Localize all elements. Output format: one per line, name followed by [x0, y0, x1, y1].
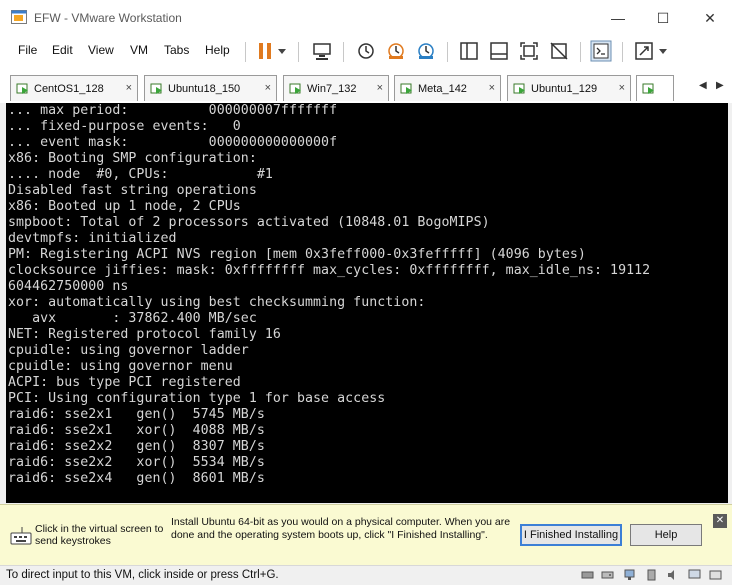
full-screen-icon[interactable]	[518, 40, 540, 62]
console-line: NET: Registered protocol family 16	[8, 327, 281, 342]
usb-icon[interactable]	[645, 569, 658, 581]
vm-running-icon	[16, 83, 28, 94]
tab-centos1-128[interactable]: CentOS1_128 ×	[10, 75, 138, 101]
hint-close-icon[interactable]: ✕	[713, 514, 727, 528]
vm-running-icon	[642, 83, 654, 94]
tab-label: CentOS1_128	[34, 83, 104, 95]
console-line: PM: Registering ACPI NVS region [mem 0x3…	[8, 247, 586, 262]
send-ctrl-alt-del-icon[interactable]	[311, 40, 333, 62]
keyboard-mouse-icon	[10, 527, 32, 545]
hard-disk-icon[interactable]	[581, 569, 594, 581]
maximize-button[interactable]: ☐	[648, 6, 678, 30]
tab-label: Ubuntu1_129	[531, 83, 598, 95]
window-title: EFW - VMware Workstation	[34, 11, 182, 25]
vm-running-icon	[513, 83, 525, 94]
console-line: Disabled fast string operations	[8, 183, 257, 198]
vmware-logo-icon	[11, 10, 27, 24]
console-line: ... fixed-purpose events: 0	[8, 119, 241, 134]
stretch-dropdown-icon[interactable]	[656, 40, 670, 62]
help-button[interactable]: Help	[630, 524, 702, 546]
vm-tab-bar: CentOS1_128 × Ubuntu18_150 × Win7_132 × …	[0, 66, 732, 103]
console-line: PCI: Using configuration type 1 for base…	[8, 391, 386, 406]
status-bar: To direct input to this VM, click inside…	[0, 565, 732, 585]
console-line: ... event mask: 000000000000000f	[8, 135, 338, 150]
console-line: x86: Booting SMP configuration:	[8, 151, 257, 166]
tab-win7-132[interactable]: Win7_132 ×	[283, 75, 389, 101]
tab-ubuntu18-150[interactable]: Ubuntu18_150 ×	[144, 75, 277, 101]
hint-install-message: Install Ubuntu 64-bit as you would on a …	[171, 516, 511, 541]
install-hint-bar: Click in the virtual screen to send keys…	[0, 504, 732, 566]
console-line: devtmpfs: initialized	[8, 231, 177, 246]
i-finished-installing-button[interactable]: I Finished Installing	[520, 524, 622, 546]
console-line: xor: automatically using best checksummi…	[8, 295, 426, 310]
sound-icon[interactable]	[666, 569, 679, 581]
close-window-button[interactable]: ✕	[695, 6, 725, 30]
toolbar-separator	[245, 42, 246, 62]
unity-icon[interactable]	[548, 40, 570, 62]
tab-label: Ubuntu18_150	[168, 83, 241, 95]
console-line: raid6: sse2x1 gen() 5745 MB/s	[8, 407, 265, 422]
console-line: cpuidle: using governor ladder	[8, 343, 249, 358]
toolbar-separator	[298, 42, 299, 62]
console-line: ... max period: 000000007fffffff	[8, 103, 338, 118]
toolbar-separator	[343, 42, 344, 62]
console-line: ACPI: bus type PCI registered	[8, 375, 241, 390]
console-line: raid6: sse2x1 xor() 4088 MB/s	[8, 423, 265, 438]
console-line: raid6: sse2x2 xor() 5534 MB/s	[8, 455, 265, 470]
console-line: raid6: sse2x2 gen() 8307 MB/s	[8, 439, 265, 454]
console-view-icon[interactable]	[590, 40, 612, 62]
toolbar-separator	[622, 42, 623, 62]
menu-help[interactable]: Help	[205, 43, 230, 57]
revert-snapshot-icon[interactable]	[385, 40, 407, 62]
tab-close-icon[interactable]: ×	[265, 82, 271, 94]
console-output: ... max period: 000000007fffffff... fixe…	[8, 103, 650, 487]
thumbnail-view-icon[interactable]	[488, 40, 510, 62]
minimize-button[interactable]: —	[603, 6, 633, 30]
hint-click-text: Click in the virtual screen to send keys…	[35, 523, 164, 547]
vm-running-icon	[289, 83, 301, 94]
status-message: To direct input to this VM, click inside…	[6, 569, 279, 581]
tab-close-icon[interactable]: ×	[126, 82, 132, 94]
show-library-icon[interactable]	[458, 40, 480, 62]
console-line: smpboot: Total of 2 processors activated…	[8, 215, 490, 230]
message-icon[interactable]	[709, 569, 722, 581]
title-bar: EFW - VMware Workstation — ☐ ✕	[0, 0, 732, 36]
menu-view[interactable]: View	[88, 43, 114, 57]
tab-ubuntu1-129[interactable]: Ubuntu1_129 ×	[507, 75, 631, 101]
tab-label: Win7_132	[307, 83, 357, 95]
cd-drive-icon[interactable]	[601, 569, 614, 581]
console-line: x86: Booted up 1 node, 2 CPUs	[8, 199, 241, 214]
tab-scroll-left-icon[interactable]: ◀	[699, 80, 707, 91]
console-line: 604462750000 ns	[8, 279, 129, 294]
console-line: cpuidle: using governor menu	[8, 359, 233, 374]
snapshot-manager-icon[interactable]	[415, 40, 437, 62]
toolbar-separator	[580, 42, 581, 62]
stretch-guest-icon[interactable]	[633, 40, 655, 62]
tab-label: Meta_142	[418, 83, 467, 95]
console-line: raid6: sse2x4 gen() 8601 MB/s	[8, 471, 265, 486]
menu-tabs[interactable]: Tabs	[164, 43, 189, 57]
menu-edit[interactable]: Edit	[52, 43, 73, 57]
vm-running-icon	[400, 83, 412, 94]
console-line: clocksource jiffies: mask: 0xffffffff ma…	[8, 263, 651, 278]
network-icon[interactable]	[623, 569, 636, 581]
tab-close-icon[interactable]: ×	[489, 82, 495, 94]
display-icon[interactable]	[688, 569, 701, 581]
tab-meta-142[interactable]: Meta_142 ×	[394, 75, 501, 101]
vm-console-screen[interactable]: ... max period: 000000007fffffff... fixe…	[6, 103, 728, 503]
tab-close-icon[interactable]: ×	[377, 82, 383, 94]
console-line: .... node #0, CPUs: #1	[8, 167, 273, 182]
toolbar-separator	[447, 42, 448, 62]
vm-running-icon	[150, 83, 162, 94]
tab-scroll-right-icon[interactable]: ▶	[716, 80, 724, 91]
console-line: avx : 37862.400 MB/sec	[8, 311, 257, 326]
tab-efw-active[interactable]	[636, 75, 674, 101]
menu-vm[interactable]: VM	[130, 43, 148, 57]
pause-icon[interactable]	[254, 40, 276, 62]
menu-bar: File Edit View VM Tabs Help	[0, 36, 732, 66]
pause-dropdown-icon[interactable]	[275, 40, 289, 62]
snapshot-icon[interactable]	[355, 40, 377, 62]
tab-close-icon[interactable]: ×	[619, 82, 625, 94]
menu-file[interactable]: File	[18, 43, 37, 57]
